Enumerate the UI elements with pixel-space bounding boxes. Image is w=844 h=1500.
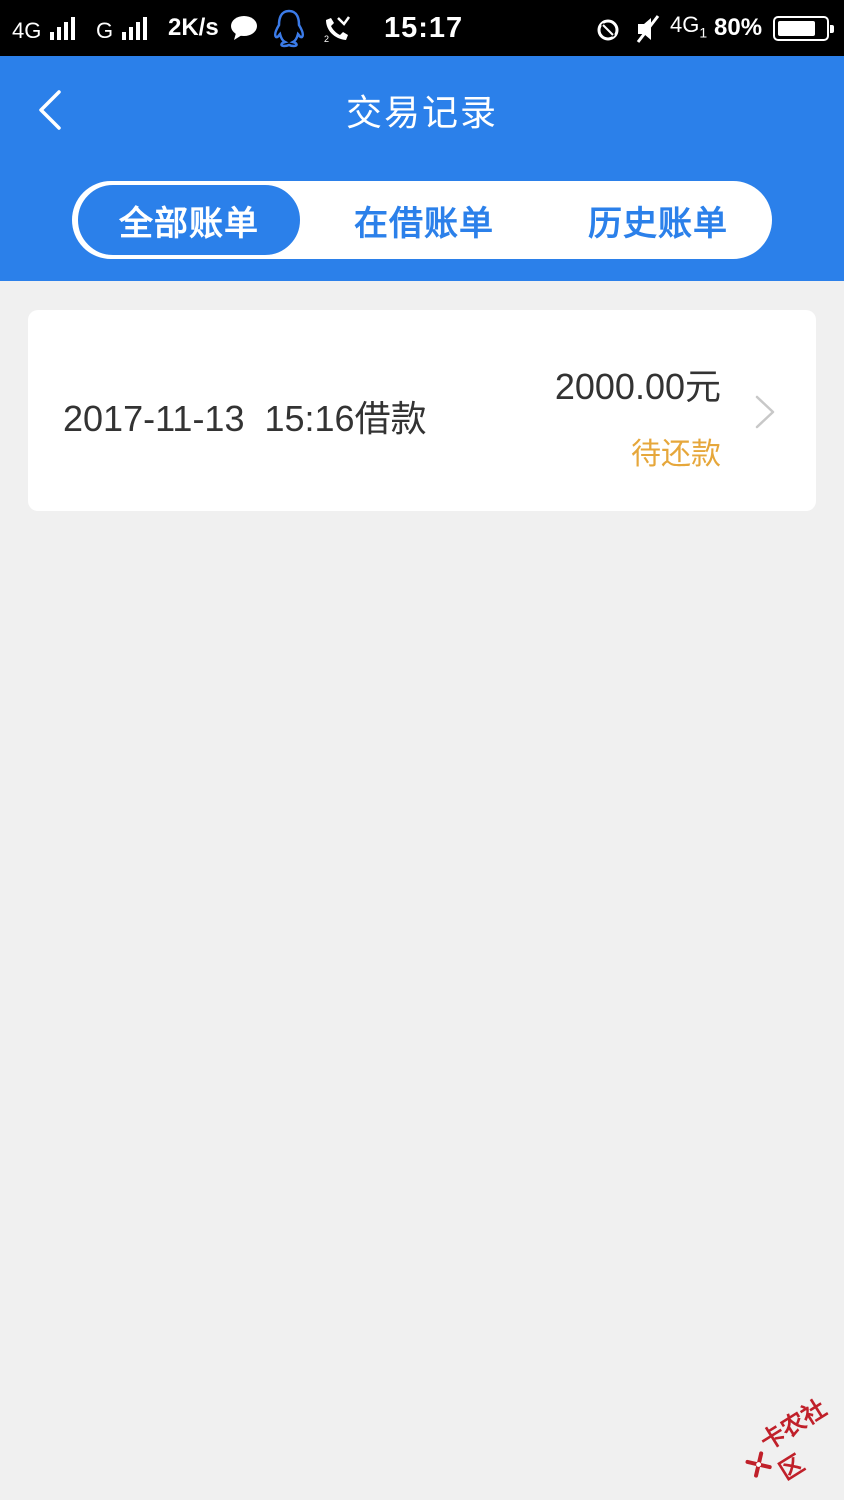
ring-icon xyxy=(597,19,619,41)
record-amount: 2000.00元 xyxy=(554,366,721,407)
tab-all-bills[interactable]: 全部账单 xyxy=(76,183,302,257)
missed-call-icon: 2 xyxy=(324,16,351,44)
network-speed: 2K/s xyxy=(168,14,219,41)
page-title: 交易记录 xyxy=(345,93,498,134)
chevron-right-icon xyxy=(755,395,775,429)
watermark-logo: 卡农社区 xyxy=(731,1386,844,1499)
network-type-label-2: G xyxy=(96,18,114,43)
mute-icon xyxy=(636,15,660,43)
qq-icon xyxy=(273,9,305,48)
bill-filter-tabs: 全部账单 在借账单 历史账单 xyxy=(72,181,772,259)
chat-bubble-icon xyxy=(231,16,257,40)
status-bar: 4G G 2K/s 2 15:17 4G1 80% xyxy=(0,0,844,56)
tab-history-bills[interactable]: 历史账单 xyxy=(558,183,758,257)
battery-level xyxy=(778,21,815,36)
battery-percent: 80% xyxy=(714,14,763,41)
tab-borrowing-bills[interactable]: 在借账单 xyxy=(324,183,524,257)
transaction-record-item[interactable]: 2017-11-13 15:16借款 2000.00元 待还款 xyxy=(28,310,816,511)
record-datetime: 2017-11-13 15:16借款 xyxy=(63,398,427,439)
svg-text:2: 2 xyxy=(324,34,329,44)
signal-icon-2 xyxy=(122,16,147,40)
signal-icon xyxy=(50,16,75,40)
network-type-label-3: 4G1 xyxy=(670,12,708,41)
clock: 15:17 xyxy=(384,12,464,44)
battery-icon xyxy=(773,16,834,41)
app-header: 交易记录 全部账单 在借账单 历史账单 xyxy=(0,56,844,281)
network-type-label: 4G xyxy=(12,18,42,43)
record-status-badge: 待还款 xyxy=(631,437,721,472)
